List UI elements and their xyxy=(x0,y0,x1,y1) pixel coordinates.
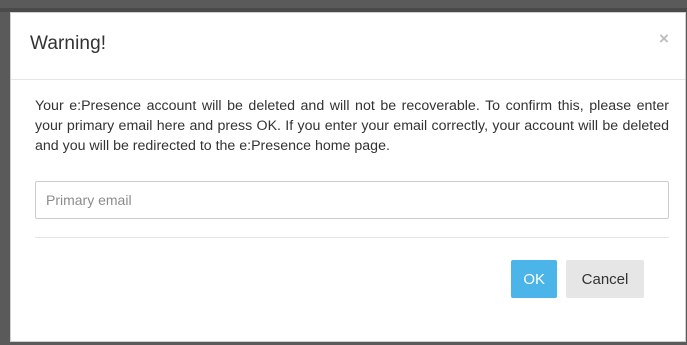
close-icon[interactable]: × xyxy=(657,29,671,49)
dialog-footer: OK Cancel xyxy=(511,260,644,298)
ok-button[interactable]: OK xyxy=(511,260,557,298)
warning-dialog: Warning! × Your e:Presence account will … xyxy=(10,12,686,342)
warning-message: Your e:Presence account will be deleted … xyxy=(35,98,669,154)
footer-divider xyxy=(35,237,669,238)
dialog-header: Warning! × xyxy=(11,13,685,80)
primary-email-input[interactable] xyxy=(35,181,669,219)
dialog-body: Your e:Presence account will be deleted … xyxy=(35,96,669,219)
cancel-button[interactable]: Cancel xyxy=(566,260,644,298)
dialog-title: Warning! xyxy=(30,33,107,54)
